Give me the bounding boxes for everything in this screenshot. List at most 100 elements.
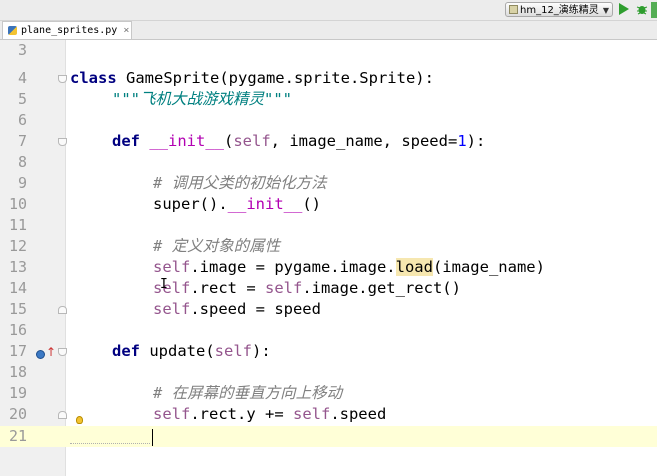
line-number: 5 <box>17 90 27 108</box>
code-text: self.speed = speed <box>153 299 321 320</box>
code-line: 19 # 在屏幕的垂直方向上移动 <box>0 383 657 404</box>
code-token: ( <box>224 132 234 150</box>
code-text: self.image = pygame.image.load(image_nam… <box>153 257 545 278</box>
code-line: 15 self.speed = speed <box>0 299 657 320</box>
fold-open-icon[interactable] <box>58 138 67 146</box>
text-caret <box>152 429 153 446</box>
highlighted-token: load <box>395 258 433 276</box>
code-text: # 定义对象的属性 <box>153 236 280 257</box>
line-number: 18 <box>8 363 27 381</box>
run-configuration-dropdown[interactable]: hm_12_演练精灵 ▼ <box>505 2 613 17</box>
line-number: 13 <box>8 258 27 276</box>
code-text: """飞机大战游戏精灵""" <box>112 89 292 110</box>
arrow-up-icon: ↑ <box>46 345 57 359</box>
code-line: 5 """飞机大战游戏精灵""" <box>0 89 657 110</box>
line-number: 7 <box>17 132 27 150</box>
code-line: 11 <box>0 215 657 236</box>
tab-label: plane_sprites.py <box>21 25 118 36</box>
comment-token: # 定义对象的属性 <box>153 237 281 255</box>
docstring-token: """飞机大战游戏精灵""" <box>112 90 292 108</box>
code-token: ): <box>466 132 486 150</box>
code-token: super(). <box>153 195 228 213</box>
run-play-icon[interactable] <box>619 3 629 15</box>
code-token: .rect = <box>190 279 265 297</box>
line-number: 14 <box>8 279 27 297</box>
code-line: 8 <box>0 152 657 173</box>
line-number: 15 <box>8 300 27 318</box>
code-token: ): <box>251 342 271 360</box>
code-text: class GameSprite(pygame.sprite.Sprite): <box>70 68 434 89</box>
code-text: # 调用父类的初始化方法 <box>153 173 327 194</box>
indent-guide <box>70 443 150 444</box>
code-token: .rect.y += <box>190 405 293 423</box>
code-token: .image.get_rect() <box>302 279 461 297</box>
magic-method-token: __init__ <box>227 195 303 213</box>
code-token: .speed <box>330 405 387 423</box>
chevron-down-icon: ▼ <box>602 6 609 15</box>
comment-token: # 调用父类的初始化方法 <box>153 174 327 192</box>
code-token: () <box>302 195 321 213</box>
fold-open-icon[interactable] <box>58 75 67 83</box>
self-token: self <box>153 279 191 297</box>
main-toolbar: hm_12_演练精灵 ▼ <box>0 0 657 21</box>
code-editor[interactable]: 3 4 class GameSprite(pygame.sprite.Sprit… <box>0 40 657 476</box>
number-token: 1 <box>457 132 467 150</box>
code-line: 16 <box>0 320 657 341</box>
code-line: 4 class GameSprite(pygame.sprite.Sprite)… <box>0 68 657 89</box>
magic-method-token: __init__ <box>149 132 224 150</box>
line-number: 3 <box>17 41 27 59</box>
code-line: 3 <box>0 40 657 61</box>
code-line: 14 self.rect = self.image.get_rect() <box>0 278 657 299</box>
keyword-token: class <box>70 69 117 87</box>
code-line: 9 # 调用父类的初始化方法 <box>0 173 657 194</box>
debug-bug-icon[interactable] <box>636 3 648 15</box>
fold-close-icon[interactable] <box>58 411 67 419</box>
self-token: self <box>292 405 331 423</box>
line-number: 6 <box>17 111 27 129</box>
code-line: 6 <box>0 110 657 131</box>
self-token: self <box>153 405 191 423</box>
tab-plane-sprites[interactable]: plane_sprites.py × <box>2 21 132 39</box>
code-token: .image = pygame.image. <box>190 258 396 276</box>
code-text: def update(self): <box>112 341 271 362</box>
code-line: 10 super().__init__() <box>0 194 657 215</box>
comment-token: # 在屏幕的垂直方向上移动 <box>153 384 343 402</box>
code-line: 17 def update(self): <box>0 341 657 362</box>
code-text: # 在屏幕的垂直方向上移动 <box>153 383 342 404</box>
line-number: 16 <box>8 321 27 339</box>
self-token: self <box>153 258 191 276</box>
line-number: 10 <box>8 195 27 213</box>
code-text: self.rect.y += self.speed <box>153 404 386 425</box>
code-line: 7 def __init__(self, image_name, speed=1… <box>0 131 657 152</box>
override-method-icon[interactable] <box>36 350 45 359</box>
line-number: 8 <box>17 153 27 171</box>
line-number: 4 <box>17 69 27 87</box>
toolbar-overflow-icon[interactable] <box>651 2 657 18</box>
close-icon[interactable]: × <box>123 25 129 36</box>
line-number: 9 <box>17 174 27 192</box>
self-token: self <box>233 132 271 150</box>
code-token: GameSprite(pygame.sprite.Sprite): <box>116 69 434 87</box>
self-token: self <box>214 342 252 360</box>
lightbulb-icon[interactable] <box>76 416 83 424</box>
python-file-icon <box>8 26 17 35</box>
keyword-token: def <box>112 132 140 150</box>
fold-close-icon[interactable] <box>58 306 67 314</box>
self-token: self <box>153 300 191 318</box>
line-number: 12 <box>8 237 27 255</box>
code-token: (image_name) <box>432 258 545 276</box>
code-line: 13 self.image = pygame.image.load(image_… <box>0 257 657 278</box>
code-text: self.rect = self.image.get_rect() <box>153 278 461 299</box>
code-line: 12 # 定义对象的属性 <box>0 236 657 257</box>
line-number: 20 <box>8 405 27 423</box>
line-number: 19 <box>8 384 27 402</box>
code-line: 20 self.rect.y += self.speed <box>0 404 657 425</box>
line-number: 17 <box>8 342 27 360</box>
line-number: 11 <box>8 216 27 234</box>
fold-open-icon[interactable] <box>58 348 67 356</box>
self-token: self <box>264 279 303 297</box>
run-config-icon <box>509 5 518 14</box>
code-text: super().__init__() <box>153 194 321 215</box>
code-line: 18 <box>0 362 657 383</box>
